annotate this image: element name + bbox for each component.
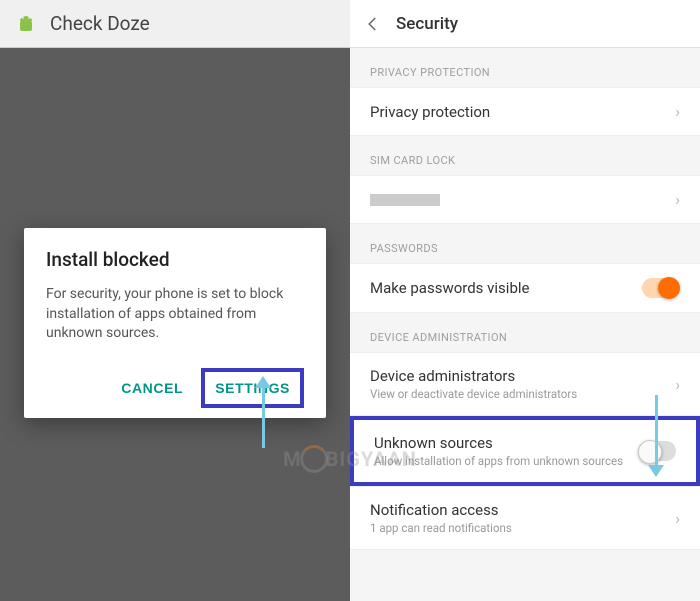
section-passwords: PASSWORDS: [350, 224, 700, 263]
sim-lock-row[interactable]: ›: [350, 175, 700, 224]
row-sub: View or deactivate device administrators: [370, 387, 675, 401]
passwords-visible-row[interactable]: Make passwords visible: [350, 263, 700, 313]
section-privacy: PRIVACY PROTECTION: [350, 48, 700, 87]
settings-button[interactable]: SETTINGS: [205, 372, 300, 404]
settings-button-highlight: SETTINGS: [201, 368, 304, 408]
cancel-button[interactable]: CANCEL: [111, 368, 193, 408]
left-app-title: Check Doze: [50, 12, 150, 35]
left-app-header: Check Doze: [0, 0, 350, 48]
install-blocked-dialog: Install blocked For security, your phone…: [24, 228, 326, 418]
device-administrators-row[interactable]: Device administrators View or deactivate…: [350, 352, 700, 416]
passwords-toggle[interactable]: [642, 278, 680, 298]
row-sub: Allow installation of apps from unknown …: [374, 454, 638, 468]
security-title: Security: [396, 14, 458, 34]
chevron-right-icon: ›: [675, 102, 680, 121]
back-icon[interactable]: [364, 15, 382, 33]
row-label: Privacy protection: [370, 103, 675, 121]
row-label: Unknown sources: [374, 434, 638, 452]
annotation-arrow-right: [655, 395, 658, 469]
privacy-protection-row[interactable]: Privacy protection ›: [350, 87, 700, 136]
row-label: Make passwords visible: [370, 279, 642, 297]
dialog-title: Install blocked: [46, 248, 304, 271]
section-device-admin: DEVICE ADMINISTRATION: [350, 313, 700, 352]
row-label: Device administrators: [370, 367, 675, 385]
row-label: Notification access: [370, 501, 675, 519]
chevron-right-icon: ›: [675, 509, 680, 528]
annotation-arrow-left: [262, 384, 265, 448]
android-icon: [14, 12, 38, 36]
notification-access-row[interactable]: Notification access 1 app can read notif…: [350, 486, 700, 550]
section-sim: SIM CARD LOCK: [350, 136, 700, 175]
chevron-right-icon: ›: [675, 190, 680, 209]
chevron-right-icon: ›: [675, 375, 680, 394]
row-sub: 1 app can read notifications: [370, 521, 675, 535]
dialog-body: For security, your phone is set to block…: [46, 285, 304, 344]
security-header: Security: [350, 0, 700, 48]
sim-placeholder: [370, 194, 440, 206]
